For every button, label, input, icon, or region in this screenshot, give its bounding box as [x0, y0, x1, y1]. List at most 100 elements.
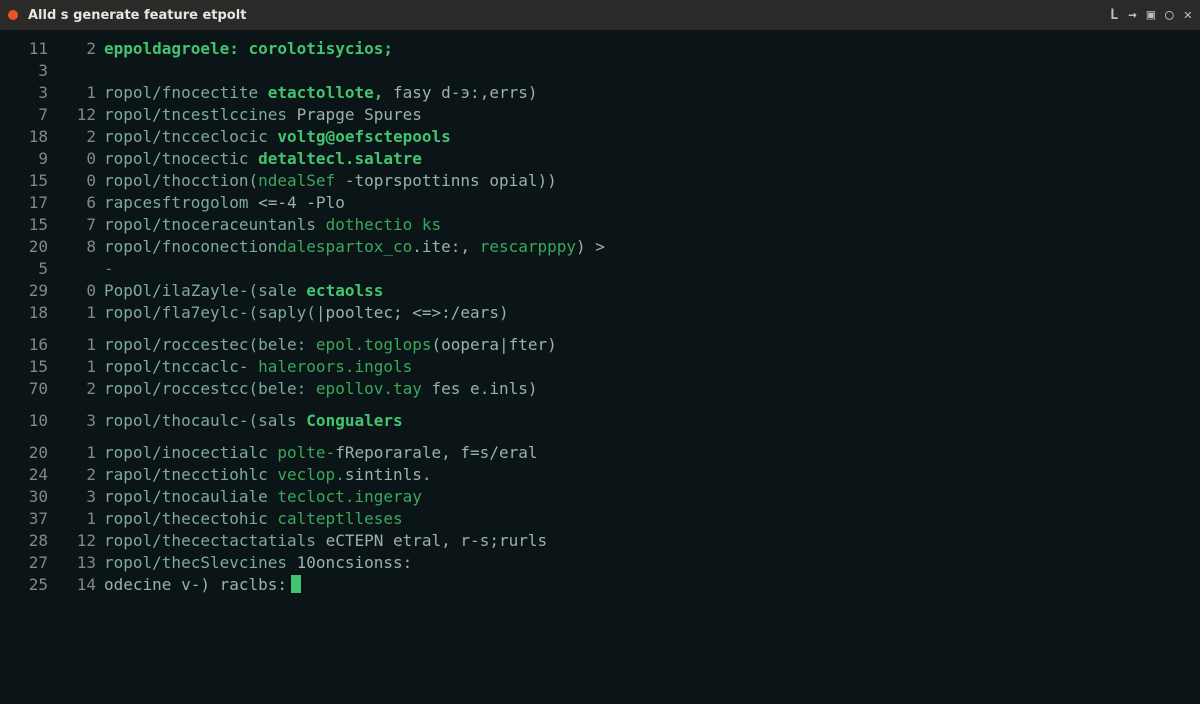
gutter-col-a: 15	[10, 356, 48, 378]
code-token: 10oncsionss:	[297, 553, 413, 572]
window-control-arrow-icon[interactable]: →	[1128, 7, 1136, 23]
code-token: fes e.inls)	[422, 379, 538, 398]
code-token: dalespartox_co	[277, 237, 412, 256]
gutter-col-a: 28	[10, 530, 48, 552]
code-token: ropol/tncceclocic	[104, 127, 277, 146]
gutter-col-b: 6	[48, 192, 104, 214]
gutter-col-b: 0	[48, 280, 104, 302]
gutter-col-a: 10	[10, 410, 48, 432]
code-token: ) >	[576, 237, 605, 256]
gutter-col-a: 18	[10, 302, 48, 324]
code-content: rapcesftrogolom <=-4 -Plo	[104, 192, 1190, 214]
code-token: etactollote,	[268, 83, 384, 102]
gutter-col-b: 1	[48, 442, 104, 464]
gutter-col-b: 0	[48, 170, 104, 192]
gutter-col-a: 3	[10, 60, 48, 82]
code-token: dothectio ks	[326, 215, 442, 234]
window-indicator-dot	[8, 10, 18, 20]
code-token: ropol/thocaulc-(sals	[104, 411, 306, 430]
code-line: 712ropol/tncestlccines Prapge Spures	[10, 104, 1190, 126]
code-line: 176rapcesftrogolom <=-4 -Plo	[10, 192, 1190, 214]
code-token: calteptlleses	[277, 509, 402, 528]
code-line: 371ropol/thecectohic calteptlleses	[10, 508, 1190, 530]
code-content: ropol/roccestcc(bele: epollov.tay fes e.…	[104, 378, 1190, 400]
code-line: 182ropol/tncceclocic voltg@oefsctepools	[10, 126, 1190, 148]
gutter-col-a: 27	[10, 552, 48, 574]
code-token: ropol/roccestcc(bele:	[104, 379, 316, 398]
code-content: ropol/fnocectite etactollote, fasy d-э:,…	[104, 82, 1190, 104]
code-token: sintinls.	[345, 465, 432, 484]
gutter-col-b: 13	[48, 552, 104, 574]
code-token: eppoldagroele:	[104, 39, 239, 58]
code-token: rapcesftrogolom	[104, 193, 258, 212]
terminal-viewport[interactable]: 112eppoldagroele: corolotisycios;331ropo…	[0, 30, 1200, 606]
code-token: Congualers	[306, 411, 402, 430]
gutter-col-b: 3	[48, 486, 104, 508]
code-token: voltg@oefsctepools	[277, 127, 450, 146]
code-content: ropol/tnocauliale tecloct.ingeray	[104, 486, 1190, 508]
gutter-col-b: 1	[48, 508, 104, 530]
code-line: 112eppoldagroele: corolotisycios;	[10, 38, 1190, 60]
window-control-maximize-icon[interactable]: ▣	[1147, 7, 1155, 23]
window-control-l-icon[interactable]: L	[1110, 7, 1118, 23]
gutter-col-a: 18	[10, 126, 48, 148]
gutter-col-a: 9	[10, 148, 48, 170]
gutter-col-a: 20	[10, 236, 48, 258]
code-token: ectaolss	[306, 281, 383, 300]
code-token: polte-	[277, 443, 335, 462]
gutter-col-a: 29	[10, 280, 48, 302]
code-line: 161ropol/roccestec(bele: epol.toglops(oo…	[10, 334, 1190, 356]
code-content: ropol/fla7eylc-(saply(|pooltec; <=>:/ear…	[104, 302, 1190, 324]
gutter-col-b: 14	[48, 574, 104, 596]
code-content: ropol/tnoceraceuntanls dothectio ks	[104, 214, 1190, 236]
code-token: fReporarale, f=s/eral	[335, 443, 537, 462]
code-token: ropol/inocectialc	[104, 443, 277, 462]
code-line: 150ropol/thocction(ndealSef -toprspottin…	[10, 170, 1190, 192]
gutter-col-b: 3	[48, 410, 104, 432]
gutter-col-a: 37	[10, 508, 48, 530]
window-control-close-icon[interactable]: ✕	[1184, 7, 1192, 23]
gutter-col-a: 5	[10, 258, 48, 280]
code-content: ropol/inocectialc polte-fReporarale, f=s…	[104, 442, 1190, 464]
code-line: 2713ropol/thecSlevcines 10oncsionss:	[10, 552, 1190, 574]
code-content	[104, 60, 1190, 82]
code-token: ropol/roccestec(bele:	[104, 335, 316, 354]
code-token: -	[104, 259, 114, 278]
code-content: ropol/thocction(ndealSef -toprspottinns …	[104, 170, 1190, 192]
code-token: ropol/fnocectite	[104, 83, 268, 102]
gutter-col-a: 30	[10, 486, 48, 508]
code-token: ropol/tnccaclc-	[104, 357, 258, 376]
gutter-col-a: 7	[10, 104, 48, 126]
code-token: ropol/fnoconection	[104, 237, 277, 256]
window-control-minimize-icon[interactable]: ◯	[1165, 7, 1173, 23]
gutter-col-b: 2	[48, 126, 104, 148]
gutter-col-b: 2	[48, 464, 104, 486]
code-token: ropol/thecSlevcines	[104, 553, 297, 572]
gutter-col-b: 1	[48, 334, 104, 356]
code-line: 208ropol/fnoconectiondalespartox_co.ite:…	[10, 236, 1190, 258]
gutter-col-b: 2	[48, 378, 104, 400]
code-line: 90ropol/tnocectic detaltecl.salatre	[10, 148, 1190, 170]
code-content: ropol/fnoconectiondalespartox_co.ite:, r…	[104, 236, 1190, 258]
code-token: rapol/tnecctiohlc	[104, 465, 277, 484]
code-line: 201ropol/inocectialc polte-fReporarale, …	[10, 442, 1190, 464]
code-token: .ite:,	[412, 237, 479, 256]
code-token: ropol/tnoceraceuntanls	[104, 215, 326, 234]
gutter-col-b: 2	[48, 38, 104, 60]
code-token: odecine v-) raclbs:	[104, 575, 287, 594]
code-token: ropol/fla7eylc-(saply(	[104, 303, 316, 322]
gutter-col-a: 11	[10, 38, 48, 60]
gutter-col-a: 25	[10, 574, 48, 596]
code-token: epollov.tay	[316, 379, 422, 398]
code-token: ropol/tnocectic	[104, 149, 258, 168]
gutter-col-b: 1	[48, 82, 104, 104]
code-line: 290PopOl/ilaZayle-(sale ectaolss	[10, 280, 1190, 302]
code-line: 303ropol/tnocauliale tecloct.ingeray	[10, 486, 1190, 508]
gutter-col-b: 12	[48, 530, 104, 552]
code-line: 2812ropol/thecectactatials eCTEPN etral,…	[10, 530, 1190, 552]
code-token: ndealSef	[258, 171, 335, 190]
gutter-col-b	[48, 60, 104, 82]
blank-line	[10, 324, 1190, 334]
code-content: ropol/thecSlevcines 10oncsionss:	[104, 552, 1190, 574]
gutter-col-a: 24	[10, 464, 48, 486]
